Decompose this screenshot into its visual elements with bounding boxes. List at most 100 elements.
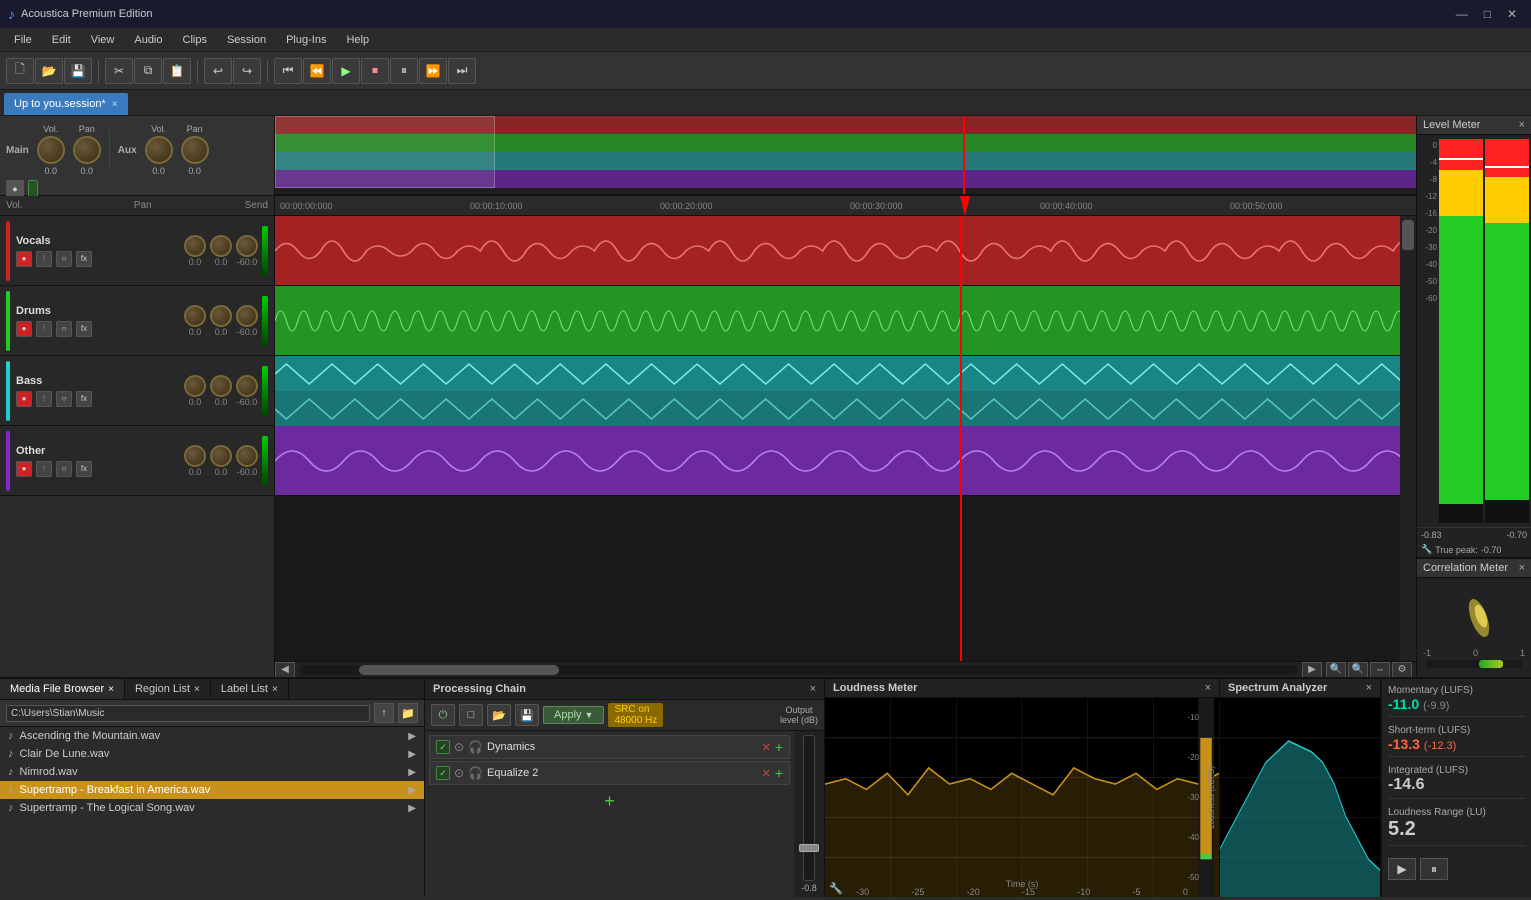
main-pan-knob[interactable] [73, 136, 101, 164]
bass-record-btn[interactable]: ● [16, 391, 32, 407]
other-mute-btn[interactable]: ! [36, 461, 52, 477]
file-play-supertramp-l[interactable]: ▶ [408, 803, 416, 814]
drums-lane[interactable] [275, 286, 1416, 356]
vocals-record-btn[interactable]: ● [16, 251, 32, 267]
vocals-send-knob[interactable] [236, 235, 258, 257]
drums-fx-btn[interactable]: fx [76, 321, 92, 337]
menu-audio[interactable]: Audio [124, 32, 172, 48]
spectrum-close-btn[interactable]: × [1366, 682, 1372, 694]
pc-close-btn[interactable]: × [810, 683, 816, 695]
loudness-settings-btn[interactable]: 🔧 [829, 882, 843, 895]
pc-new-btn[interactable]: □ [459, 704, 483, 726]
vocals-lane[interactable] [275, 216, 1416, 286]
vocals-mute-btn[interactable]: ! [36, 251, 52, 267]
scroll-left-btn[interactable]: ◀ [275, 662, 295, 678]
file-play-supertramp-b[interactable]: ▶ [408, 785, 416, 796]
vocals-fx-btn[interactable]: fx [76, 251, 92, 267]
browser-path-input[interactable] [6, 705, 370, 722]
media-browser-tab-close[interactable]: × [108, 684, 114, 695]
drums-send-knob[interactable] [236, 305, 258, 327]
region-list-tab-close[interactable]: × [194, 684, 200, 695]
dynamics-delete-btn[interactable]: ✕ [762, 741, 771, 754]
bass-send-knob[interactable] [236, 375, 258, 397]
label-list-tab[interactable]: Label List × [211, 679, 289, 699]
redo-button[interactable]: ↪ [233, 58, 261, 84]
file-play-clair[interactable]: ▶ [408, 749, 416, 760]
close-button[interactable]: ✕ [1501, 5, 1523, 23]
hscroll-track[interactable] [299, 665, 1298, 675]
scroll-right-btn[interactable]: ▶ [1302, 662, 1322, 678]
pc-power-btn[interactable]: ⏻ [431, 704, 455, 726]
file-ascending[interactable]: ♪ Ascending the Mountain.wav ▶ [0, 727, 424, 745]
dynamics-enable-btn[interactable]: ✓ [436, 740, 450, 754]
bass-solo-btn[interactable]: ○ [56, 391, 72, 407]
save-button[interactable]: 💾 [64, 58, 92, 84]
other-solo-btn[interactable]: ○ [56, 461, 72, 477]
vscroll-bar[interactable] [1400, 216, 1416, 661]
zoom-settings-btn[interactable]: ⚙ [1392, 662, 1412, 678]
session-tab[interactable]: Up to you.session* × [4, 93, 128, 115]
zoom-out-btn[interactable]: 🔍 [1326, 662, 1346, 678]
equalize2-add-btn[interactable]: + [775, 765, 783, 781]
minimize-button[interactable]: — [1450, 5, 1474, 23]
hscroll-bar[interactable]: ◀ ▶ 🔍 🔍 ⇔ ⚙ [275, 661, 1416, 677]
stats-pause-btn[interactable]: ⏸ [1420, 858, 1448, 880]
vocals-solo-btn[interactable]: ○ [56, 251, 72, 267]
stop-button[interactable]: ⏹ [361, 58, 389, 84]
vscroll-thumb[interactable] [1402, 220, 1414, 250]
pause-button[interactable]: ⏸ [390, 58, 418, 84]
file-supertramp-logical[interactable]: ♪ Supertramp - The Logical Song.wav ▶ [0, 799, 424, 817]
label-list-tab-close[interactable]: × [272, 684, 278, 695]
other-pan-knob[interactable] [210, 445, 232, 467]
region-list-tab[interactable]: Region List × [125, 679, 211, 699]
aux-vol-knob[interactable] [145, 136, 173, 164]
file-supertramp-breakfast[interactable]: ♪ Supertramp - Breakfast in America.wav … [0, 781, 424, 799]
pc-fader-track[interactable] [803, 735, 815, 881]
drums-mute-btn[interactable]: ! [36, 321, 52, 337]
fast-forward-button[interactable]: ⏩ [419, 58, 447, 84]
paste-button[interactable]: 📋 [163, 58, 191, 84]
drums-record-btn[interactable]: ● [16, 321, 32, 337]
browser-new-btn[interactable]: 📁 [398, 703, 418, 723]
overview-viewport[interactable] [275, 116, 495, 188]
drums-pan-knob[interactable] [210, 305, 232, 327]
overview[interactable] [275, 116, 1416, 196]
vocals-pan-knob[interactable] [210, 235, 232, 257]
open-button[interactable]: 📂 [35, 58, 63, 84]
bass-mute-btn[interactable]: ! [36, 391, 52, 407]
main-vol-knob[interactable] [37, 136, 65, 164]
other-fx-btn[interactable]: fx [76, 461, 92, 477]
tab-close-button[interactable]: × [112, 99, 118, 110]
media-browser-tab[interactable]: Media File Browser × [0, 679, 125, 699]
correlation-meter-close[interactable]: × [1519, 562, 1525, 574]
file-clair[interactable]: ♪ Clair De Lune.wav ▶ [0, 745, 424, 763]
other-vol-knob[interactable] [184, 445, 206, 467]
browser-up-btn[interactable]: ↑ [374, 703, 394, 723]
hscroll-thumb[interactable] [359, 665, 559, 675]
level-meter-close[interactable]: × [1519, 119, 1525, 131]
menu-file[interactable]: File [4, 32, 42, 48]
play-button[interactable]: ▶ [332, 58, 360, 84]
zoom-in-btn[interactable]: 🔍 [1348, 662, 1368, 678]
undo-button[interactable]: ↩ [204, 58, 232, 84]
menu-clips[interactable]: Clips [173, 32, 217, 48]
menu-plugins[interactable]: Plug-Ins [276, 32, 336, 48]
stats-play-btn[interactable]: ▶ [1388, 858, 1416, 880]
menu-edit[interactable]: Edit [42, 32, 81, 48]
cut-button[interactable]: ✂ [105, 58, 133, 84]
new-button[interactable]: 🗋 [6, 58, 34, 84]
pc-fader-thumb[interactable] [799, 844, 819, 852]
aux-pan-knob[interactable] [181, 136, 209, 164]
other-record-btn[interactable]: ● [16, 461, 32, 477]
maximize-button[interactable]: □ [1478, 5, 1497, 23]
bass-lane[interactable] [275, 356, 1416, 426]
vocals-vol-knob[interactable] [184, 235, 206, 257]
skip-end-button[interactable]: ⏭ [448, 58, 476, 84]
add-plugin-icon[interactable]: + [604, 791, 615, 812]
apply-button[interactable]: Apply ▼ [543, 706, 604, 724]
dynamics-io-icon[interactable]: ⊙ [454, 740, 464, 754]
loudness-close-btn[interactable]: × [1205, 682, 1211, 694]
menu-view[interactable]: View [81, 32, 125, 48]
pc-save-btn[interactable]: 💾 [515, 704, 539, 726]
equalize2-delete-btn[interactable]: ✕ [762, 767, 771, 780]
